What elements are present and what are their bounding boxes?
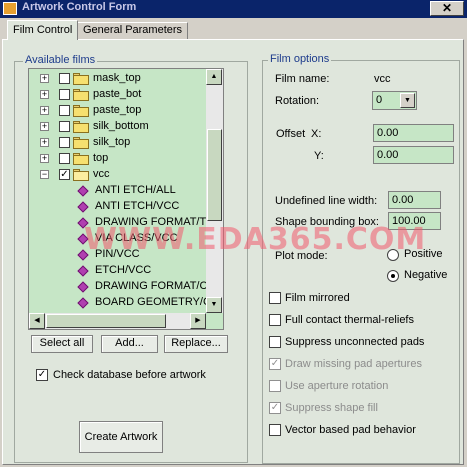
offset-y-label: Y: (314, 150, 324, 162)
tab-general-parameters[interactable]: General Parameters (77, 22, 189, 39)
film-layer-icon (77, 265, 89, 277)
film-name-value: vcc (374, 73, 391, 85)
film-layer-icon (77, 185, 89, 197)
folder-icon (73, 153, 89, 165)
window-title: Artwork Control Form (22, 1, 137, 13)
vector-based-pad-behavior-label: Vector based pad behavior (285, 424, 416, 436)
film-label: mask_top (93, 72, 141, 84)
undefined-line-width-field[interactable]: 0.00 (388, 191, 441, 209)
add-button[interactable]: Add... (101, 335, 158, 353)
offset-label: Offset (276, 128, 306, 140)
film-name-label: Film name: (275, 73, 330, 85)
tree-subitem[interactable]: ANTI ETCH/VCC (29, 199, 207, 215)
negative-label: Negative (404, 269, 448, 281)
offset-y-field[interactable]: 0.00 (373, 146, 454, 164)
expand-icon[interactable]: + (40, 122, 49, 131)
tree-subitem[interactable]: ANTI ETCH/ALL (29, 183, 207, 199)
title-bar: Artwork Control Form ✕ (0, 0, 467, 18)
tree-subitem[interactable]: DRAWING FORMAT/C (29, 279, 207, 295)
use-aperture-rotation-checkbox (269, 380, 281, 392)
create-artwork-button[interactable]: Create Artwork (79, 421, 163, 453)
film-checkbox[interactable] (59, 121, 70, 132)
tab-film-control[interactable]: Film Control (7, 20, 79, 40)
negative-radio[interactable] (387, 270, 399, 282)
close-button[interactable]: ✕ (430, 1, 464, 16)
scroll-up-icon[interactable]: ▲ (206, 69, 222, 85)
rotation-value: 0 (376, 94, 383, 106)
select-all-button[interactable]: Select all (31, 335, 93, 353)
undefined-line-width-label: Undefined line width: (275, 195, 378, 207)
vector-based-pad-behavior-checkbox[interactable] (269, 424, 281, 436)
film-checkbox[interactable] (59, 73, 70, 84)
expand-icon[interactable]: + (40, 106, 49, 115)
film-layer-icon (77, 297, 89, 309)
draw-missing-pad-apertures-label: Draw missing pad apertures (285, 358, 422, 370)
tree-subitem[interactable]: ETCH/VCC (29, 263, 207, 279)
folder-icon (73, 89, 89, 101)
tree-row-silk-top[interactable]: + silk_top (29, 135, 207, 151)
collapse-icon[interactable]: − (40, 170, 49, 179)
chevron-down-icon[interactable]: ▼ (400, 93, 415, 108)
film-mirrored-checkbox[interactable] (269, 292, 281, 304)
suppress-unconnected-pads-checkbox[interactable] (269, 336, 281, 348)
watermark: WWW.EDA365.COM (84, 222, 427, 257)
full-contact-thermal-reliefs-checkbox[interactable] (269, 314, 281, 326)
replace-button[interactable]: Replace... (164, 335, 228, 353)
folder-icon (73, 73, 89, 85)
film-checkbox[interactable] (59, 137, 70, 148)
film-tree[interactable]: + mask_top + paste_bot + paste_top + sil… (28, 68, 224, 330)
open-folder-icon (73, 169, 89, 181)
tree-row-paste-top[interactable]: + paste_top (29, 103, 207, 119)
suppress-shape-fill-label: Suppress shape fill (285, 402, 378, 414)
tree-row-vcc[interactable]: − ✓ vcc (29, 167, 207, 183)
tree-row-top[interactable]: + top (29, 151, 207, 167)
use-aperture-rotation-label: Use aperture rotation (285, 380, 389, 392)
film-checkbox[interactable]: ✓ (59, 169, 70, 180)
tree-subitem[interactable]: BOARD GEOMETRY/C (29, 295, 211, 311)
film-label: top (93, 152, 109, 164)
tree-vertical-scrollbar[interactable]: ▲ ▼ (206, 69, 223, 313)
folder-icon (73, 121, 89, 133)
film-layer-icon (77, 201, 89, 213)
offset-x-field[interactable]: 0.00 (373, 124, 454, 142)
rotation-select[interactable]: 0 ▼ (372, 91, 417, 110)
suppress-unconnected-pads-label: Suppress unconnected pads (285, 336, 425, 348)
tree-row-paste-bot[interactable]: + paste_bot (29, 87, 207, 103)
expand-icon[interactable]: + (40, 74, 49, 83)
film-layer-icon (77, 281, 89, 293)
expand-icon[interactable]: + (40, 90, 49, 99)
full-contact-thermal-reliefs-label: Full contact thermal-reliefs (285, 314, 414, 326)
app-icon (3, 2, 17, 15)
tree-horizontal-scrollbar[interactable]: ◀ ▶ (29, 313, 206, 329)
available-films-label: Available films (23, 54, 98, 66)
folder-icon (73, 137, 89, 149)
offset-x-label: X: (311, 128, 322, 140)
film-options-label: Film options (268, 53, 332, 65)
film-label: paste_top (93, 104, 142, 116)
film-checkbox[interactable] (59, 153, 70, 164)
check-database-label: Check database before artwork (53, 369, 206, 381)
film-checkbox[interactable] (59, 105, 70, 116)
film-label: vcc (93, 168, 110, 180)
expand-icon[interactable]: + (40, 154, 49, 163)
check-database-checkbox[interactable]: ✓ (36, 369, 48, 381)
tree-row-mask-top[interactable]: + mask_top (29, 71, 207, 87)
film-label: silk_bottom (93, 120, 149, 132)
film-label: paste_bot (93, 88, 142, 100)
rotation-label: Rotation: (275, 95, 320, 107)
scroll-right-icon[interactable]: ▶ (190, 313, 206, 329)
film-checkbox[interactable] (59, 89, 70, 100)
expand-icon[interactable]: + (40, 138, 49, 147)
scroll-thumb[interactable] (46, 314, 166, 328)
scroll-left-icon[interactable]: ◀ (29, 313, 45, 329)
draw-missing-pad-apertures-checkbox: ✓ (269, 358, 281, 370)
folder-icon (73, 105, 89, 117)
tree-row-silk-bottom[interactable]: + silk_bottom (29, 119, 207, 135)
film-mirrored-label: Film mirrored (285, 292, 350, 304)
scroll-thumb[interactable] (207, 129, 222, 221)
scroll-down-icon[interactable]: ▼ (206, 297, 222, 313)
film-label: silk_top (93, 136, 131, 148)
suppress-shape-fill-checkbox: ✓ (269, 402, 281, 414)
